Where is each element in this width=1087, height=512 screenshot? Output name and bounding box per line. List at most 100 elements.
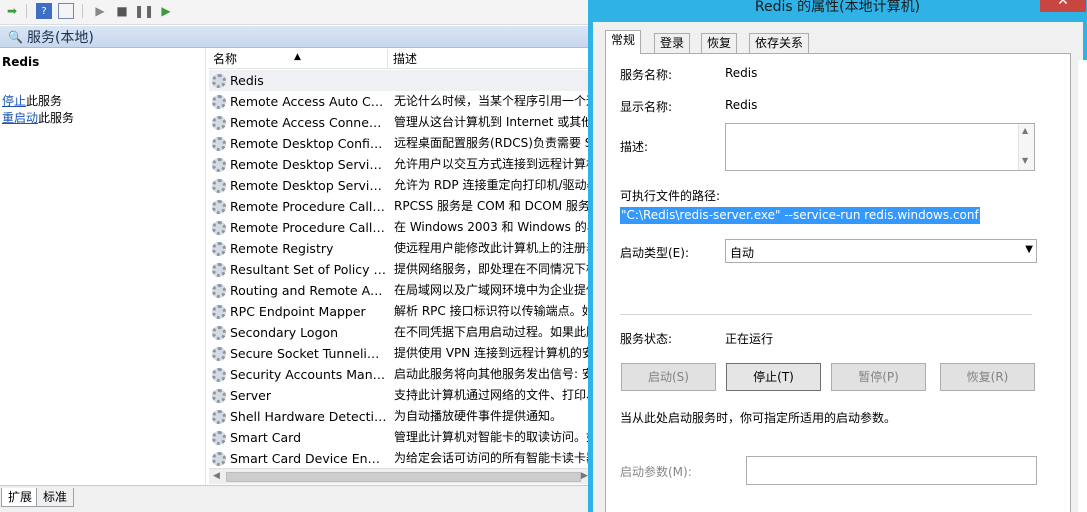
service-gear-icon bbox=[212, 263, 226, 277]
column-header-name[interactable]: 名称 ▲ bbox=[209, 49, 388, 69]
start-parameters-label: 启动参数(M): bbox=[620, 465, 692, 479]
pause-button[interactable]: 暂停(P) bbox=[831, 363, 926, 391]
service-name-cell: RPC Endpoint Mapper bbox=[230, 304, 366, 319]
resume-button[interactable]: 恢复(R) bbox=[940, 363, 1035, 391]
service-gear-icon bbox=[212, 242, 226, 256]
properties-icon[interactable] bbox=[58, 3, 74, 19]
table-row[interactable]: Remote Procedure Call (... 在 Windows 2003… bbox=[209, 217, 591, 238]
table-row[interactable]: Server 支持此计算机通过网络的文件、打印、和 bbox=[209, 385, 591, 406]
start-parameters-input[interactable] bbox=[746, 456, 1037, 485]
restart-service-suffix: 此服务 bbox=[38, 111, 75, 125]
service-name-cell: Smart Card Device Enum... bbox=[230, 451, 387, 466]
chevron-down-icon: ▼ bbox=[1025, 244, 1033, 255]
service-name-cell: Secure Socket Tunneling ... bbox=[230, 346, 387, 361]
table-row[interactable]: Smart Card 管理此计算机对智能卡的取读访问。如 bbox=[209, 427, 591, 448]
tab-recovery[interactable]: 恢复 bbox=[701, 33, 738, 53]
table-row[interactable]: Shell Hardware Detection 为自动播放硬件事件提供通知。 bbox=[209, 406, 591, 427]
service-name-cell: Remote Desktop Configu... bbox=[230, 136, 387, 151]
table-row[interactable]: Secondary Logon 在不同凭据下启用启动过程。如果此服 bbox=[209, 322, 591, 343]
service-description-cell: 使远程用户能修改此计算机上的注册表 bbox=[394, 241, 591, 255]
toolbar-divider bbox=[82, 4, 83, 18]
export-list-icon[interactable]: ➡ bbox=[4, 3, 20, 19]
tab-standard[interactable]: 标准 bbox=[36, 488, 75, 507]
service-name-cell: Remote Access Auto Con... bbox=[230, 94, 387, 109]
service-description-cell: 远程桌面配置服务(RDCS)负责需要 Sy bbox=[394, 136, 591, 150]
table-row[interactable]: Remote Procedure Call (... RPCSS 服务是 COM … bbox=[209, 196, 591, 217]
table-row[interactable]: Smart Card Device Enum... 为给定会话可访问的所有智能卡读… bbox=[209, 448, 591, 468]
table-row[interactable]: Remote Desktop Configu... 远程桌面配置服务(RDCS)负… bbox=[209, 133, 591, 154]
table-row[interactable]: Security Accounts Manag... 启动此服务将向其他服务发出信… bbox=[209, 364, 591, 385]
service-name-cell: Remote Procedure Call (... bbox=[230, 199, 387, 214]
table-row[interactable]: Routing and Remote Acc... 在局域网以及广域网环境中为企业… bbox=[209, 280, 591, 301]
stop-service-suffix: 此服务 bbox=[26, 94, 63, 108]
service-description-cell: 解析 RPC 接口标识符以传输端点。如 bbox=[394, 304, 591, 318]
startup-type-value: 自动 bbox=[730, 246, 755, 260]
service-status-label: 服务状态: bbox=[620, 332, 673, 346]
scroll-right-icon[interactable]: ▶ bbox=[581, 471, 588, 481]
stop-button[interactable]: 停止(T) bbox=[726, 363, 821, 391]
service-detail-pane: Redis 停止此服务 重启动此服务 bbox=[0, 48, 206, 486]
close-icon[interactable]: ✕ bbox=[1040, 0, 1086, 12]
executable-path-label: 可执行文件的路径: bbox=[620, 189, 721, 203]
dialog-body: 常规 登录 恢复 依存关系 服务名称: Redis 显示名称: Redis 描述… bbox=[593, 22, 1083, 512]
service-gear-icon bbox=[212, 74, 226, 88]
service-description-cell: 为自动播放硬件事件提供通知。 bbox=[394, 409, 563, 423]
service-gear-icon bbox=[212, 368, 226, 382]
service-description-cell: 在局域网以及广域网环境中为企业提供 bbox=[394, 283, 591, 297]
service-name-label: 服务名称: bbox=[620, 68, 673, 82]
table-row[interactable]: Remote Access Connecti... 管理从这台计算机到 Inter… bbox=[209, 112, 591, 133]
table-row[interactable]: Remote Access Auto Con... 无论什么时候，当某个程序引用一… bbox=[209, 91, 591, 112]
service-description-cell: 启动此服务将向其他服务发出信号: 安 bbox=[394, 367, 591, 381]
restart-service-link[interactable]: 重启动 bbox=[2, 111, 38, 125]
table-row[interactable]: RPC Endpoint Mapper 解析 RPC 接口标识符以传输端点。如 bbox=[209, 301, 591, 322]
tab-general[interactable]: 常规 bbox=[605, 30, 642, 54]
table-row[interactable]: Remote Registry 使远程用户能修改此计算机上的注册表 bbox=[209, 238, 591, 259]
service-name-cell: Server bbox=[230, 388, 271, 403]
services-header-title: 服务(本地) bbox=[26, 29, 94, 46]
service-description-cell: 在 Windows 2003 和 Windows 的早 bbox=[394, 220, 591, 234]
start-service-icon[interactable]: ▶ bbox=[92, 3, 108, 19]
services-list-header: 名称 ▲ 描述 bbox=[209, 49, 600, 69]
service-gear-icon bbox=[212, 95, 226, 109]
scroll-up-icon[interactable]: ▲ bbox=[1022, 126, 1028, 135]
service-description-cell: 支持此计算机通过网络的文件、打印、和 bbox=[394, 388, 591, 402]
description-scrollbar[interactable]: ▲ ▼ bbox=[1018, 124, 1034, 170]
table-row[interactable]: Secure Socket Tunneling ... 提供使用 VPN 连接到远… bbox=[209, 343, 591, 364]
scroll-left-icon[interactable]: ◀ bbox=[213, 471, 220, 481]
table-row[interactable]: Resultant Set of Policy Pr... 提供网络服务，即处理在… bbox=[209, 259, 591, 280]
service-name-cell: Remote Procedure Call (... bbox=[230, 220, 387, 235]
tab-extended[interactable]: 扩展 bbox=[1, 488, 40, 507]
stop-service-link[interactable]: 停止 bbox=[2, 94, 26, 108]
service-gear-icon bbox=[212, 137, 226, 151]
description-label: 描述: bbox=[620, 140, 649, 154]
help-icon[interactable]: ? bbox=[36, 3, 52, 19]
service-name-cell: Resultant Set of Policy Pr... bbox=[230, 262, 387, 277]
toolbar-divider bbox=[26, 4, 27, 18]
startup-type-select[interactable]: 自动 ▼ bbox=[725, 239, 1037, 263]
service-description-cell: 管理从这台计算机到 Internet 或其他 bbox=[394, 115, 591, 129]
executable-path-value[interactable]: "C:\Redis\redis-server.exe" --service-ru… bbox=[620, 207, 980, 224]
stop-service-icon[interactable]: ■ bbox=[114, 3, 130, 19]
description-textbox[interactable]: ▲ ▼ bbox=[725, 123, 1035, 171]
services-list: Redis Remote Access Auto Con... 无论什么时候，当某个… bbox=[209, 70, 591, 468]
tab-dependencies[interactable]: 依存关系 bbox=[749, 33, 810, 53]
pause-service-icon[interactable]: ❚❚ bbox=[134, 3, 154, 19]
horizontal-scrollbar[interactable]: ◀ ▶ bbox=[209, 468, 591, 484]
service-gear-icon bbox=[212, 305, 226, 319]
selected-service-name: Redis bbox=[2, 55, 40, 69]
display-name-value[interactable]: Redis bbox=[725, 98, 757, 112]
restart-service-icon[interactable]: ▶ bbox=[158, 3, 174, 19]
service-description-cell: 允许为 RDP 连接重定向打印机/驱动器 bbox=[394, 178, 591, 192]
start-button[interactable]: 启动(S) bbox=[621, 363, 716, 391]
column-header-description-label: 描述 bbox=[393, 52, 418, 66]
scroll-down-icon[interactable]: ▼ bbox=[1022, 156, 1028, 165]
tab-logon[interactable]: 登录 bbox=[654, 33, 691, 53]
table-row[interactable]: Remote Desktop Service... 允许为 RDP 连接重定向打印… bbox=[209, 175, 591, 196]
service-gear-icon bbox=[212, 284, 226, 298]
table-row[interactable]: Redis bbox=[209, 70, 591, 91]
scrollbar-thumb[interactable] bbox=[226, 472, 581, 482]
service-gear-icon bbox=[212, 221, 226, 235]
column-header-description[interactable]: 描述 bbox=[389, 49, 600, 69]
service-name-cell: Remote Desktop Service... bbox=[230, 178, 387, 193]
table-row[interactable]: Remote Desktop Services 允许用户以交互方式连接到远程计算机 bbox=[209, 154, 591, 175]
